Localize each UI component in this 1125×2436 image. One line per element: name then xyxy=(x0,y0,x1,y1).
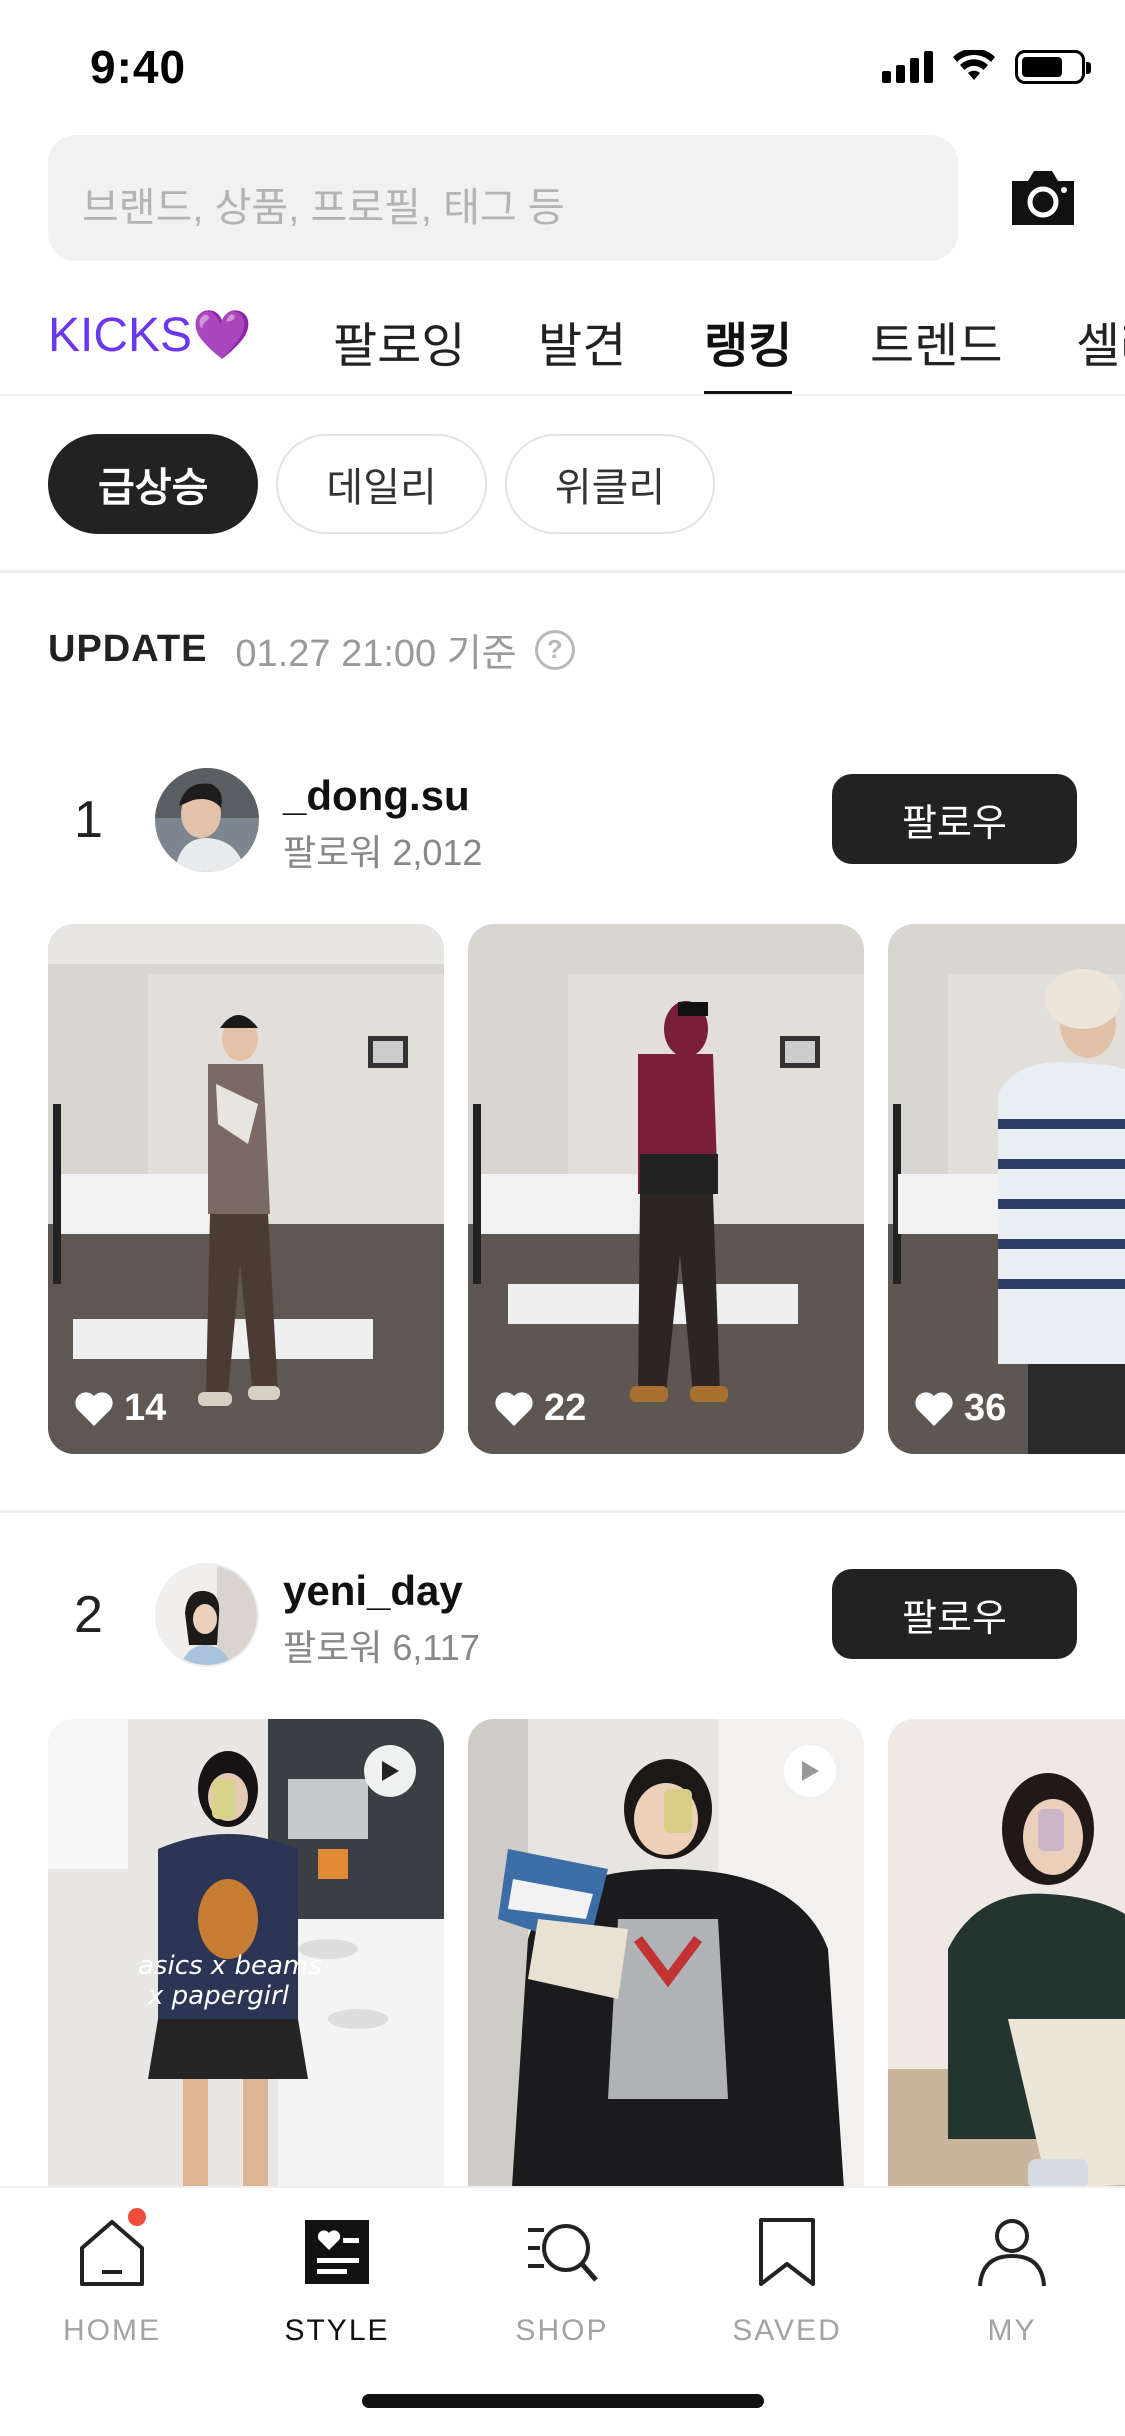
search-input[interactable]: 브랜드, 상품, 프로필, 태그 등 xyxy=(48,135,958,261)
status-time: 9:40 xyxy=(90,41,187,93)
heart-icon xyxy=(75,1391,113,1426)
photo-carousel: 14 22 36 xyxy=(48,924,1125,1454)
battery-icon xyxy=(1015,50,1091,84)
tab-seller[interactable]: 셀러 xyxy=(1076,306,1125,394)
follower-count: 팔로워 2,012 xyxy=(283,832,483,873)
update-time: 01.27 21:00 기준 xyxy=(235,633,517,675)
notification-dot xyxy=(128,2208,146,2226)
like-count-value: 36 xyxy=(964,1387,1007,1429)
avatar[interactable] xyxy=(155,768,259,872)
username[interactable]: _dong.su xyxy=(283,772,470,820)
update-label: UPDATE xyxy=(48,628,208,670)
nav-home[interactable]: HOME xyxy=(22,2208,202,2348)
photo-carousel: asics x beams x papergirl xyxy=(48,1719,1125,2189)
status-bar: 9:40 xyxy=(0,0,1125,130)
like-count-value: 14 xyxy=(124,1387,167,1429)
wifi-icon xyxy=(953,50,995,80)
like-count: 22 xyxy=(494,1387,586,1430)
photo-overlay-text: asics x beams xyxy=(138,1951,322,1981)
follower-count: 팔로워 6,117 xyxy=(283,1627,480,1668)
tab-kicks[interactable]: KICKS💜 xyxy=(48,306,252,394)
info-icon[interactable]: ? xyxy=(534,629,575,670)
tab-trend[interactable]: 트렌드 xyxy=(870,306,1002,394)
style-photo[interactable]: 14 xyxy=(48,924,444,1454)
tab-discover[interactable]: 발견 xyxy=(538,306,626,394)
rank-number: 1 xyxy=(74,791,103,849)
tab-following[interactable]: 팔로잉 xyxy=(333,306,465,394)
entry-divider xyxy=(0,1510,1125,1513)
shop-icon xyxy=(522,2212,602,2292)
cellular-signal-icon xyxy=(882,51,933,83)
username[interactable]: yeni_day xyxy=(283,1567,463,1615)
update-info: UPDATE 01.27 21:00 기준 ? xyxy=(48,622,575,677)
search-placeholder: 브랜드, 상품, 프로필, 태그 등 xyxy=(82,186,565,230)
tab-ranking-label: 랭킹 xyxy=(704,320,793,373)
nav-my[interactable]: MY xyxy=(922,2212,1102,2348)
nav-style[interactable]: STYLE xyxy=(247,2212,427,2348)
nav-shop-label: SHOP xyxy=(515,2314,609,2347)
style-photo[interactable]: asics x beams x papergirl xyxy=(48,1719,444,2189)
ranking-filter-chips: 급상승 데일리 위클리 xyxy=(48,434,716,534)
chip-weekly[interactable]: 위클리 xyxy=(504,434,716,534)
nav-my-label: MY xyxy=(987,2314,1037,2347)
nav-style-label: STYLE xyxy=(284,2314,390,2347)
follow-button[interactable]: 팔로우 xyxy=(832,1569,1077,1659)
chip-rising[interactable]: 급상승 xyxy=(48,434,259,534)
home-icon xyxy=(72,2208,152,2292)
style-photo[interactable]: 22 xyxy=(468,924,864,1454)
section-divider xyxy=(0,570,1125,573)
person-icon xyxy=(972,2212,1052,2292)
camera-button[interactable] xyxy=(1008,163,1078,233)
nav-home-label: HOME xyxy=(63,2314,161,2347)
heart-icon xyxy=(915,1391,953,1426)
style-photo[interactable] xyxy=(468,1719,864,2189)
active-tab-underline xyxy=(704,391,793,394)
nav-shop[interactable]: SHOP xyxy=(472,2212,652,2348)
home-indicator xyxy=(362,2394,764,2408)
style-icon xyxy=(297,2212,377,2292)
like-count: 14 xyxy=(74,1387,166,1430)
nav-saved-label: SAVED xyxy=(732,2314,842,2347)
search-row: 브랜드, 상품, 프로필, 태그 등 xyxy=(48,135,1078,261)
chip-daily[interactable]: 데일리 xyxy=(276,434,487,534)
nav-saved[interactable]: SAVED xyxy=(697,2212,877,2348)
like-count-value: 22 xyxy=(544,1387,587,1429)
rank-number: 2 xyxy=(74,1586,103,1644)
style-photo[interactable]: 36 xyxy=(888,924,1125,1454)
video-play-icon xyxy=(364,1745,416,1797)
camera-icon xyxy=(1012,171,1074,225)
follow-button[interactable]: 팔로우 xyxy=(832,774,1077,864)
heart-icon xyxy=(495,1391,533,1426)
video-play-icon xyxy=(784,1745,836,1797)
status-icons xyxy=(882,50,1091,84)
tab-ranking[interactable]: 랭킹 xyxy=(704,306,793,394)
category-tabs: KICKS💜 팔로잉 발견 랭킹 트렌드 셀러 xyxy=(0,290,1125,396)
style-photo[interactable] xyxy=(888,1719,1125,2189)
photo-overlay-text: x papergirl xyxy=(147,1981,290,2011)
avatar[interactable] xyxy=(155,1563,259,1667)
like-count: 36 xyxy=(914,1387,1006,1430)
bookmark-icon xyxy=(747,2212,827,2292)
